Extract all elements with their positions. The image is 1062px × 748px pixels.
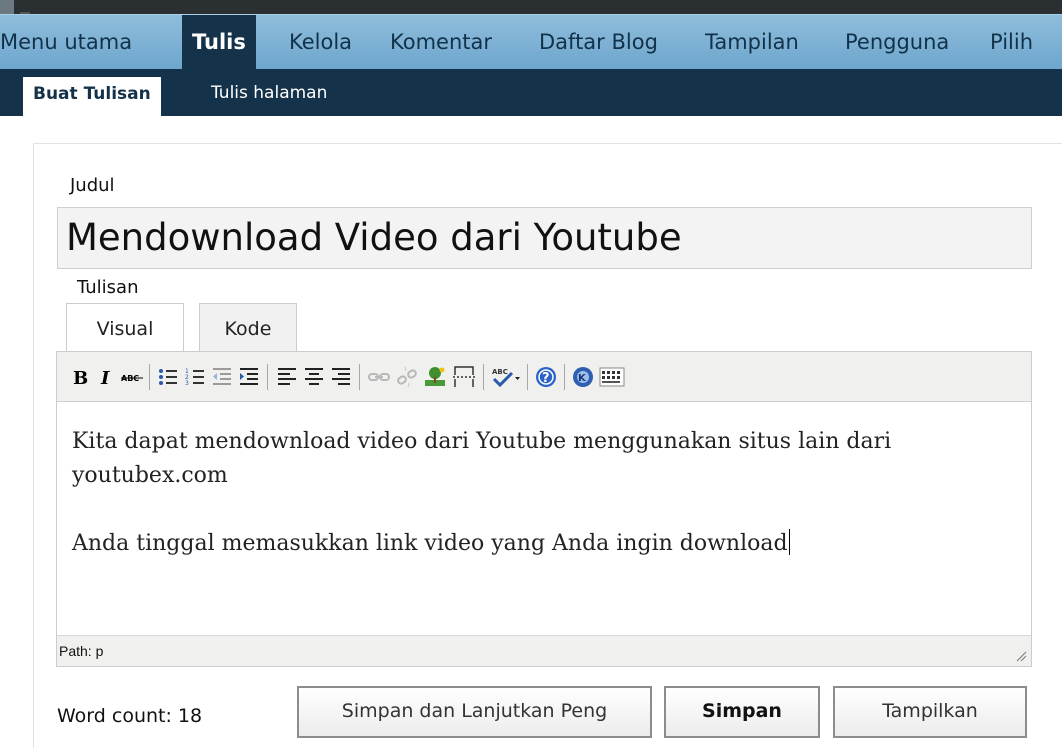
- toolbar-separator: [267, 364, 268, 390]
- post-label: Tulisan: [77, 277, 139, 298]
- bullet-list-icon[interactable]: [156, 365, 180, 389]
- svg-text:I: I: [100, 368, 110, 389]
- more-break-icon[interactable]: [452, 365, 476, 389]
- editor-content[interactable]: Kita dapat mendownload video dari Youtub…: [57, 403, 1031, 635]
- svg-text:K: K: [578, 373, 587, 384]
- save-and-continue-button[interactable]: Simpan dan Lanjutkan Peng: [297, 686, 652, 738]
- toolbar-separator: [359, 364, 360, 390]
- word-count: Word count: 18: [57, 705, 203, 727]
- nav-item-pilihan[interactable]: Pilih: [990, 15, 1033, 69]
- numbered-list-icon[interactable]: 123: [183, 365, 207, 389]
- strikethrough-icon[interactable]: ABC: [120, 365, 144, 389]
- editor-paragraph: Kita dapat mendownload video dari Youtub…: [72, 429, 892, 488]
- subnav-item-tulis-halaman[interactable]: Tulis halaman: [211, 69, 327, 116]
- nav-item-daftar-blog[interactable]: Daftar Blog: [539, 15, 658, 69]
- svg-text:3: 3: [185, 380, 189, 387]
- main-nav: Menu utama Tulis Kelola Komentar Daftar …: [0, 14, 1062, 69]
- logo-fragment: [0, 0, 14, 14]
- toolbar-separator: [564, 364, 565, 390]
- title-input[interactable]: Mendownload Video dari Youtube: [57, 207, 1032, 269]
- svg-text:ABC: ABC: [492, 368, 508, 376]
- resize-grip-icon[interactable]: [1015, 650, 1027, 662]
- nav-item-pengguna[interactable]: Pengguna: [845, 15, 949, 69]
- media-icon[interactable]: K: [571, 365, 595, 389]
- help-icon[interactable]: ?: [534, 365, 558, 389]
- text-caret: [788, 529, 790, 555]
- nav-item-tampilan[interactable]: Tampilan: [705, 15, 799, 69]
- subnav-item-buat-tulisan[interactable]: Buat Tulisan: [23, 77, 161, 116]
- svg-text:?: ?: [542, 371, 550, 386]
- editor-paragraph-text: Anda tinggal memasukkan link video yang …: [72, 531, 788, 556]
- indent-icon[interactable]: [237, 365, 261, 389]
- top-strip: [0, 0, 1062, 14]
- align-left-icon[interactable]: [275, 365, 299, 389]
- unlink-icon[interactable]: [395, 365, 419, 389]
- nav-item-kelola[interactable]: Kelola: [289, 15, 352, 69]
- svg-text:B: B: [73, 368, 88, 389]
- tab-visual[interactable]: Visual: [66, 303, 184, 352]
- align-right-icon[interactable]: [329, 365, 353, 389]
- save-button[interactable]: Simpan: [664, 686, 820, 738]
- tab-kode[interactable]: Kode: [199, 303, 297, 351]
- editor-toolbar: B I ABC 123 ABC ? K: [57, 352, 1031, 402]
- align-center-icon[interactable]: [302, 365, 326, 389]
- nav-item-komentar[interactable]: Komentar: [390, 15, 492, 69]
- outdent-icon[interactable]: [210, 365, 234, 389]
- toolbar-separator: [527, 364, 528, 390]
- post-editor: B I ABC 123 ABC ? K Kita dapat mendownlo…: [56, 351, 1032, 667]
- preview-button[interactable]: Tampilkan: [833, 686, 1027, 738]
- nav-item-tulis[interactable]: Tulis: [182, 15, 256, 69]
- nav-item-menu-utama[interactable]: Menu utama: [0, 15, 132, 69]
- editor-paragraph: Anda tinggal memasukkan link video yang …: [72, 527, 1031, 561]
- kitchen-sink-icon[interactable]: [598, 365, 626, 389]
- toolbar-separator: [483, 364, 484, 390]
- title-label: Judul: [70, 175, 115, 196]
- spellcheck-icon[interactable]: ABC: [491, 365, 521, 389]
- bold-icon[interactable]: B: [68, 365, 92, 389]
- insert-image-icon[interactable]: [423, 365, 447, 389]
- top-strip-mark: [20, 4, 30, 14]
- italic-icon[interactable]: I: [95, 365, 119, 389]
- toolbar-separator: [149, 364, 150, 390]
- editor-path-bar: Path: p: [57, 635, 1031, 666]
- link-icon[interactable]: [367, 365, 391, 389]
- sub-nav: Buat Tulisan Tulis halaman: [0, 69, 1062, 116]
- editor-path: Path: p: [59, 643, 104, 659]
